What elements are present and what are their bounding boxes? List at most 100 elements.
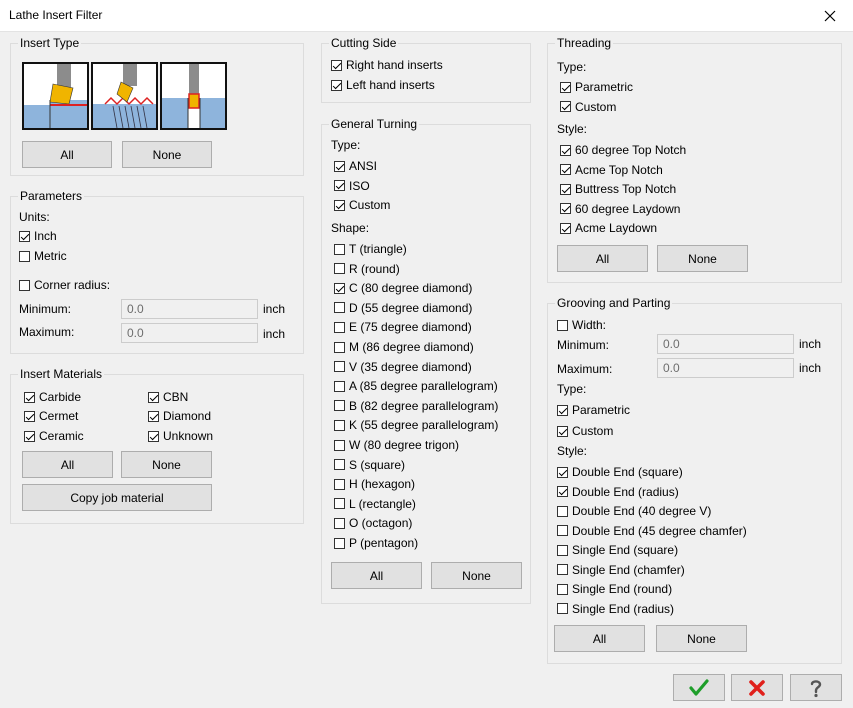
gt-shape-checkbox[interactable]: C (80 degree diamond) <box>334 281 472 295</box>
thr-all-button[interactable]: All <box>557 245 648 272</box>
grv-style-checkbox[interactable]: Single End (chamfer) <box>557 563 685 577</box>
inch-checkbox-box[interactable] <box>19 230 30 242</box>
gt-shape-checkbox-box[interactable] <box>334 263 345 275</box>
materials-all-button[interactable]: All <box>22 451 113 478</box>
material-ceramic-checkbox[interactable]: Ceramic <box>24 429 84 443</box>
left-hand-box[interactable] <box>331 79 342 91</box>
material-cbn-checkbox[interactable]: CBN <box>148 390 188 404</box>
insert-type-none-button[interactable]: None <box>122 141 212 168</box>
gt-shape-checkbox-box[interactable] <box>334 419 345 431</box>
right-hand-box[interactable] <box>331 59 342 71</box>
grv-style-checkbox[interactable]: Double End (45 degree chamfer) <box>557 524 747 538</box>
grv-style-checkbox-box[interactable] <box>557 505 568 517</box>
grv-style-checkbox-box[interactable] <box>557 544 568 556</box>
material-diamond-checkbox[interactable]: Diamond <box>148 409 211 423</box>
metric-checkbox-box[interactable] <box>19 250 30 262</box>
gt-shape-checkbox[interactable]: P (pentagon) <box>334 536 418 550</box>
right-hand-checkbox[interactable]: Right hand inserts <box>331 58 443 72</box>
param-maximum-input[interactable]: 0.0 <box>121 323 258 343</box>
ok-button[interactable] <box>673 674 725 701</box>
gt-shape-checkbox-box[interactable] <box>334 380 345 392</box>
grv-style-checkbox-box[interactable] <box>557 466 568 478</box>
grv-style-checkbox-box[interactable] <box>557 583 568 595</box>
gt-shape-checkbox-box[interactable] <box>334 459 345 471</box>
grv-type-checkbox[interactable]: Custom <box>557 424 613 438</box>
gt-shape-checkbox-box[interactable] <box>334 478 345 490</box>
metric-checkbox[interactable]: Metric <box>19 249 67 263</box>
grv-type-checkbox[interactable]: Parametric <box>557 403 630 417</box>
gt-shape-checkbox[interactable]: L (rectangle) <box>334 497 416 511</box>
grv-style-checkbox-box[interactable] <box>557 525 568 536</box>
grv-style-checkbox-box[interactable] <box>557 603 568 614</box>
gt-shape-checkbox-box[interactable] <box>334 439 345 451</box>
material-carbide-box[interactable] <box>24 391 35 403</box>
gt-shape-checkbox[interactable]: D (55 degree diamond) <box>334 301 472 315</box>
gt-shape-checkbox[interactable]: T (triangle) <box>334 242 407 256</box>
gt-shape-checkbox-box[interactable] <box>334 282 345 294</box>
grooving-insert-image[interactable] <box>160 62 227 130</box>
gt-none-button[interactable]: None <box>431 562 522 589</box>
gt-shape-checkbox[interactable]: V (35 degree diamond) <box>334 360 472 374</box>
thr-style-checkbox[interactable]: 60 degree Top Notch <box>560 143 686 157</box>
grv-style-checkbox[interactable]: Double End (radius) <box>557 485 679 499</box>
gt-shape-checkbox[interactable]: O (octagon) <box>334 516 412 530</box>
thr-type-checkbox-box[interactable] <box>560 101 571 112</box>
thr-type-checkbox-box[interactable] <box>560 81 571 93</box>
grv-style-checkbox[interactable]: Double End (square) <box>557 465 683 479</box>
grv-style-checkbox[interactable]: Single End (square) <box>557 543 678 557</box>
threading-insert-image[interactable] <box>91 62 158 130</box>
grv-style-checkbox-box[interactable] <box>557 564 568 575</box>
inch-checkbox[interactable]: Inch <box>19 229 57 243</box>
grv-style-checkbox-box[interactable] <box>557 486 568 497</box>
thr-style-checkbox-box[interactable] <box>560 144 571 156</box>
gt-shape-checkbox-box[interactable] <box>334 537 345 549</box>
gt-type-checkbox[interactable]: ANSI <box>334 159 377 173</box>
gt-shape-checkbox-box[interactable] <box>334 400 345 412</box>
cancel-button[interactable] <box>731 674 783 701</box>
corner-radius-checkbox-box[interactable] <box>19 279 30 291</box>
grv-minimum-input[interactable]: 0.0 <box>657 334 794 354</box>
gt-shape-checkbox[interactable]: M (86 degree diamond) <box>334 340 474 354</box>
material-cermet-box[interactable] <box>24 410 35 422</box>
gt-shape-checkbox-box[interactable] <box>334 517 345 529</box>
materials-none-button[interactable]: None <box>121 451 212 478</box>
gt-shape-checkbox[interactable]: H (hexagon) <box>334 477 415 491</box>
gt-shape-checkbox[interactable]: B (82 degree parallelogram) <box>334 399 498 413</box>
gt-type-checkbox-box[interactable] <box>334 160 345 172</box>
material-carbide-checkbox[interactable]: Carbide <box>24 390 81 404</box>
gt-shape-checkbox[interactable]: S (square) <box>334 458 405 472</box>
gt-shape-checkbox-box[interactable] <box>334 498 345 510</box>
general-turning-insert-image[interactable] <box>22 62 89 130</box>
thr-style-checkbox-box[interactable] <box>560 203 571 215</box>
thr-style-checkbox[interactable]: Acme Laydown <box>560 221 657 235</box>
gt-type-checkbox[interactable]: Custom <box>334 198 390 212</box>
thr-style-checkbox-box[interactable] <box>560 164 571 176</box>
material-diamond-box[interactable] <box>148 410 159 422</box>
grv-all-button[interactable]: All <box>554 625 645 652</box>
gt-shape-checkbox[interactable]: W (80 degree trigon) <box>334 438 459 452</box>
insert-type-all-button[interactable]: All <box>22 141 112 168</box>
material-cbn-box[interactable] <box>148 391 159 403</box>
help-button[interactable] <box>790 674 842 701</box>
thr-style-checkbox-box[interactable] <box>560 183 571 195</box>
gt-shape-checkbox-box[interactable] <box>334 321 345 333</box>
gt-type-checkbox-box[interactable] <box>334 180 345 192</box>
thr-style-checkbox[interactable]: Acme Top Notch <box>560 163 663 177</box>
grv-type-checkbox-box[interactable] <box>557 425 568 437</box>
gt-type-checkbox[interactable]: ISO <box>334 179 370 193</box>
grv-none-button[interactable]: None <box>656 625 747 652</box>
gt-shape-checkbox[interactable]: E (75 degree diamond) <box>334 320 472 334</box>
gt-shape-checkbox-box[interactable] <box>334 361 345 373</box>
gt-shape-checkbox[interactable]: K (55 degree parallelogram) <box>334 418 498 432</box>
grv-style-checkbox[interactable]: Single End (round) <box>557 582 672 596</box>
material-cermet-checkbox[interactable]: Cermet <box>24 409 78 423</box>
copy-job-material-button[interactable]: Copy job material <box>22 484 212 511</box>
thr-style-checkbox[interactable]: 60 degree Laydown <box>560 202 680 216</box>
thr-style-checkbox[interactable]: Buttress Top Notch <box>560 182 676 196</box>
corner-radius-checkbox[interactable]: Corner radius: <box>19 278 110 292</box>
gt-all-button[interactable]: All <box>331 562 422 589</box>
gt-type-checkbox-box[interactable] <box>334 199 345 211</box>
thr-type-checkbox[interactable]: Custom <box>560 100 616 114</box>
gt-shape-checkbox-box[interactable] <box>334 302 345 314</box>
grv-maximum-input[interactable]: 0.0 <box>657 358 794 378</box>
